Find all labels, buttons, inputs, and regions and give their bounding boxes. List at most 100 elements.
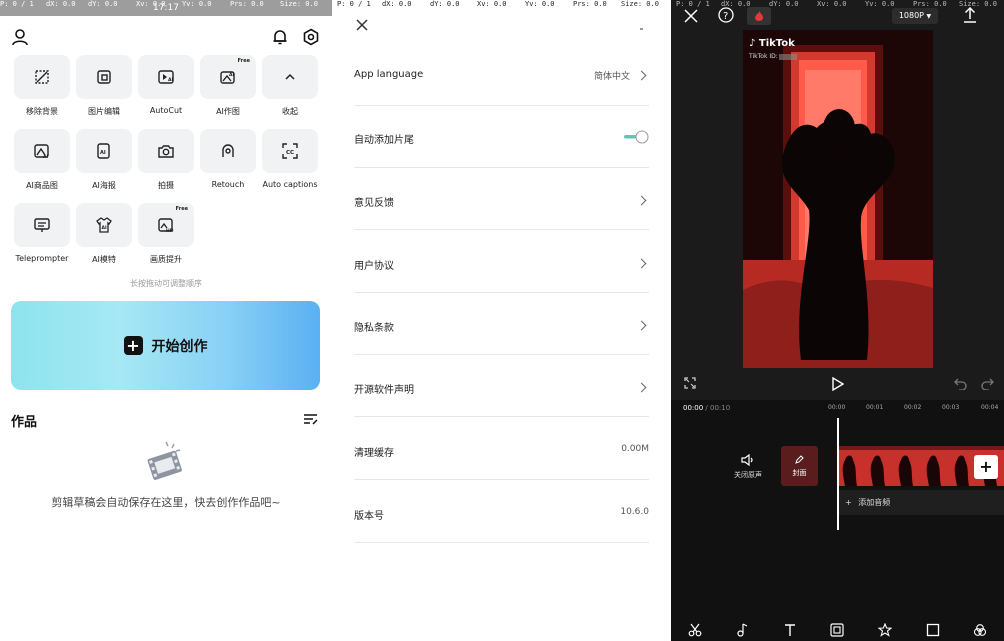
- tiktok-id-blurred: [779, 54, 797, 60]
- plus-icon: +: [123, 336, 143, 355]
- settings-row-label: 用户协议: [354, 261, 394, 272]
- playhead[interactable]: [837, 418, 839, 530]
- undo-icon[interactable]: [954, 377, 967, 390]
- settings-panel: P: 0 / 1 dX: 0.0 dY: 0.0 Xv: 0.0 Yv: 0.0…: [332, 0, 672, 641]
- tool-label: 图片编辑: [88, 107, 120, 116]
- chevron-right-icon: [636, 320, 647, 331]
- debug-dy: dY: 0.0: [769, 0, 799, 8]
- tool-auto-captions[interactable]: CC Auto captions: [260, 129, 320, 189]
- caret-down-icon: ▼: [926, 13, 932, 20]
- text-icon[interactable]: [783, 623, 797, 637]
- tool-label: AutoCut: [149, 106, 183, 115]
- screen: 17:17 P: 0 / 1 dX: 0.0 dY: 0.0 Xv: 0.0 Y…: [0, 0, 1004, 641]
- settings-row-privacy-policy[interactable]: 隐私条款: [354, 293, 649, 355]
- tool-label: Teleprompter: [15, 254, 69, 263]
- tool-label: 收起: [282, 107, 298, 116]
- chevron-right-icon: [636, 70, 647, 81]
- add-audio-button[interactable]: + 添加音频: [837, 490, 1004, 515]
- tool-hd-upscale[interactable]: Free HD 画质提升: [136, 203, 196, 265]
- tool-label: 拍摄: [158, 181, 174, 190]
- camera-icon: [158, 145, 174, 158]
- settings-row-user-agreement[interactable]: 用户协议: [354, 231, 649, 293]
- settings-row-auto-ending[interactable]: 自动添加片尾: [354, 106, 649, 168]
- debug-yv: Yv: 0.0: [525, 0, 555, 8]
- svg-text:AI: AI: [102, 225, 107, 231]
- tool-collapse[interactable]: 收起: [260, 55, 320, 117]
- tool-ai-poster[interactable]: AI AI海报: [74, 129, 134, 191]
- help-icon[interactable]: ?: [718, 7, 734, 23]
- works-title: 作品: [11, 415, 38, 430]
- close-icon[interactable]: [355, 18, 369, 32]
- tool-retouch[interactable]: Retouch: [198, 129, 258, 189]
- hot-feature-button[interactable]: [747, 7, 771, 25]
- tool-image-edit[interactable]: 图片编辑: [74, 55, 134, 117]
- start-create-label: 开始创作: [151, 338, 208, 355]
- settings-row-clear-cache[interactable]: 清理缓存 0.00M: [354, 418, 649, 480]
- aspect-ratio-icon[interactable]: [926, 623, 940, 637]
- settings-row-app-language[interactable]: App language 简体中文: [354, 44, 649, 106]
- tool-remove-background[interactable]: 移除背景: [12, 55, 72, 117]
- resolution-label: 1080P: [898, 11, 924, 20]
- debug-dy: dY: 0.0: [430, 0, 460, 8]
- chevron-right-icon: [636, 258, 647, 269]
- settings-row-label: 隐私条款: [354, 323, 394, 334]
- settings-row-open-source[interactable]: 开源软件声明: [354, 355, 649, 417]
- tool-autocut[interactable]: AI AutoCut: [136, 55, 196, 115]
- auto-ending-toggle[interactable]: [623, 130, 649, 144]
- debug-dx: dX: 0.0: [382, 0, 412, 8]
- timeline-tick: 00:00: [828, 404, 846, 411]
- tiktok-brand: TikTok: [758, 38, 795, 49]
- total-time: 00:10: [710, 404, 731, 412]
- add-audio-label: 添加音频: [858, 498, 891, 507]
- tool-ai-product-image[interactable]: AI AI商品图: [12, 129, 72, 191]
- scissors-icon[interactable]: [688, 623, 702, 637]
- timeline-tick: 00:04: [981, 404, 999, 411]
- cover-button[interactable]: 封面: [781, 446, 818, 486]
- tool-teleprompter[interactable]: Teleprompter: [12, 203, 72, 263]
- timecode: 00:00 / 00:10: [683, 404, 731, 412]
- tiktok-watermark: ♪ TikTok: [749, 38, 795, 49]
- effects-star-icon[interactable]: [878, 622, 893, 637]
- close-icon[interactable]: [684, 9, 698, 23]
- tool-ai-model[interactable]: AI AI模特: [74, 203, 134, 265]
- settings-row-label: App language: [354, 69, 424, 80]
- mute-original-button[interactable]: 关闭原声: [723, 451, 773, 480]
- free-badge: Free: [173, 206, 190, 213]
- export-upload-icon[interactable]: [963, 7, 977, 23]
- profile-icon[interactable]: [11, 28, 29, 46]
- settings-row-feedback[interactable]: 意见反馈: [354, 168, 649, 230]
- empty-drafts-text: 剪辑草稿会自动保存在这里，快去创作作品吧~: [51, 496, 281, 509]
- resolution-dropdown[interactable]: 1080P ▼: [892, 8, 938, 24]
- notification-bell-icon[interactable]: [271, 28, 289, 46]
- sticker-icon[interactable]: [830, 622, 845, 637]
- debug-size: Size: 0.0: [280, 0, 318, 8]
- start-create-button[interactable]: + 开始创作: [11, 301, 320, 390]
- music-icon[interactable]: [735, 622, 749, 637]
- play-icon[interactable]: [831, 377, 844, 391]
- flame-icon: [755, 11, 763, 21]
- ai-product-image-icon: AI: [34, 144, 49, 160]
- ai-model-icon: AI: [96, 217, 112, 233]
- chevron-right-icon: [636, 382, 647, 393]
- tool-label: AI海报: [92, 181, 116, 190]
- settings-row-value: 简体中文: [593, 72, 630, 82]
- autocut-icon: AI: [158, 70, 174, 84]
- debug-xv: Xv: 0.0: [136, 0, 166, 8]
- tool-camera[interactable]: 拍摄: [136, 129, 196, 191]
- tool-label: 移除背景: [26, 107, 58, 116]
- scroll-indicator: [640, 28, 643, 30]
- settings-icon[interactable]: [302, 28, 320, 46]
- debug-overlay: P: 0 / 1 dX: 0.0 dY: 0.0 Xv: 0.0 Yv: 0.0…: [676, 0, 1004, 9]
- redo-icon[interactable]: [981, 377, 994, 390]
- debug-overlay: P: 0 / 1 dX: 0.0 dY: 0.0 Xv: 0.0 Yv: 0.0…: [337, 0, 667, 9]
- fullscreen-icon[interactable]: [684, 377, 696, 389]
- tool-ai-image[interactable]: Free AI AI作图: [198, 55, 258, 117]
- ai-poster-icon: AI: [97, 143, 110, 159]
- manage-list-icon[interactable]: [303, 412, 319, 426]
- add-clip-button[interactable]: +: [974, 455, 998, 479]
- debug-overlay: P: 0 / 1 dX: 0.0 dY: 0.0 Xv: 0.0 Yv: 0.0…: [0, 0, 332, 9]
- svg-text:AI: AI: [43, 154, 48, 160]
- debug-prs: Prs: 0.0: [230, 0, 264, 8]
- debug-dy: dY: 0.0: [88, 0, 118, 8]
- filters-icon[interactable]: [973, 623, 987, 637]
